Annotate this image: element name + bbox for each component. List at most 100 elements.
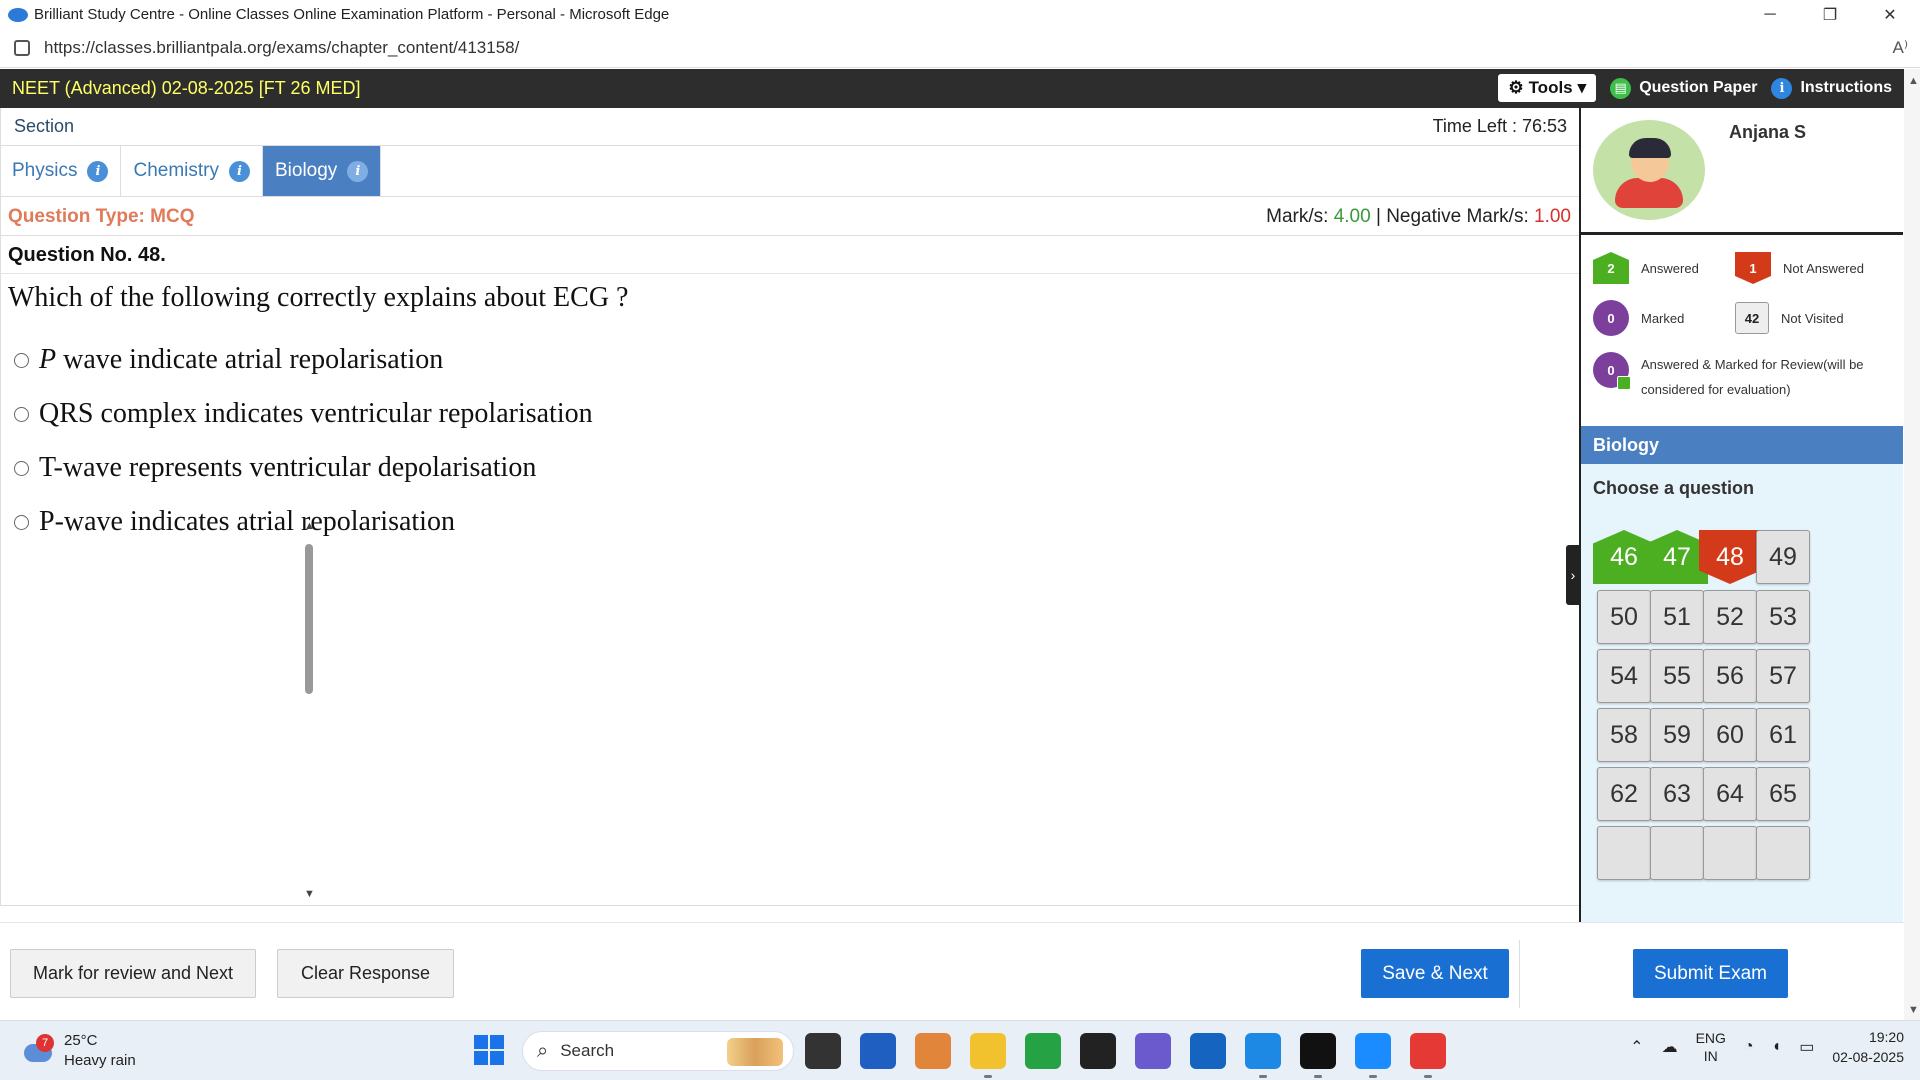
question-button-58[interactable]: 58 — [1597, 708, 1651, 762]
battery-icon[interactable]: ▭ — [1799, 1037, 1814, 1057]
save-next-button[interactable]: Save & Next — [1361, 949, 1509, 998]
window-controls: ─ ❐ ✕ — [1740, 0, 1920, 29]
url-text[interactable]: https://classes.brilliantpala.org/exams/… — [44, 38, 519, 58]
scroll-down-icon[interactable]: ▼ — [304, 888, 315, 900]
marks-label: Mark/s: — [1266, 205, 1329, 227]
option-3[interactable]: T-wave represents ventricular depolarisa… — [14, 452, 536, 484]
status-legend: 2 Answered 1 Not Answered 0 Marked 42 No… — [1581, 238, 1903, 426]
option-2[interactable]: QRS complex indicates ventricular repola… — [14, 398, 593, 430]
taskbar-search[interactable]: ⌕ Search — [522, 1031, 794, 1071]
edge-icon[interactable] — [1245, 1033, 1281, 1069]
option-4[interactable]: P-wave indicates atrial repolarisation — [14, 506, 455, 538]
maximize-button[interactable]: ❐ — [1800, 0, 1860, 29]
info-icon[interactable]: i — [87, 160, 109, 182]
question-button-53[interactable]: 53 — [1756, 590, 1810, 644]
tools-button[interactable]: ⚙ Tools ▾ — [1498, 74, 1597, 102]
scroll-thumb[interactable] — [305, 544, 313, 694]
radio-button[interactable] — [14, 352, 29, 368]
clock[interactable]: 19:20 02-08-2025 — [1832, 1027, 1904, 1067]
windows-logo-tile — [490, 1051, 504, 1065]
file-explorer-icon[interactable] — [970, 1033, 1006, 1069]
task-view-icon[interactable] — [805, 1033, 841, 1069]
legend-marked: 0 Marked — [1593, 300, 1684, 336]
dell-icon[interactable] — [1080, 1033, 1116, 1069]
question-button-54[interactable]: 54 — [1597, 649, 1651, 703]
volume-icon[interactable]: ◖ — [1772, 1038, 1782, 1056]
scroll-up-icon[interactable]: ▲ — [304, 520, 315, 532]
tab-physics[interactable]: Physics i — [0, 146, 122, 196]
info-icon[interactable]: i — [347, 160, 369, 182]
question-button-49[interactable]: 49 — [1756, 530, 1810, 584]
teams-icon[interactable] — [1135, 1033, 1171, 1069]
wifi-icon[interactable]: ◔ — [1744, 1038, 1754, 1056]
question-button-64[interactable]: 64 — [1703, 767, 1757, 821]
app-blue-icon[interactable] — [1355, 1033, 1391, 1069]
legend-label: Answered — [1641, 260, 1699, 276]
radio-button[interactable] — [14, 514, 29, 530]
info-icon[interactable]: i — [228, 160, 250, 182]
user-name: Anjana S — [1729, 122, 1807, 142]
webex-icon[interactable] — [1300, 1033, 1336, 1069]
lock-icon[interactable] — [14, 40, 30, 56]
read-aloud-icon[interactable]: A⁾ — [1892, 38, 1908, 58]
weather-widget[interactable]: 7 25°C Heavy rain — [22, 1031, 136, 1071]
chrome-icon[interactable] — [1410, 1033, 1446, 1069]
question-button-62[interactable]: 62 — [1597, 767, 1651, 821]
address-bar[interactable]: https://classes.brilliantpala.org/exams/… — [0, 29, 1920, 68]
clear-response-button[interactable]: Clear Response — [277, 949, 454, 998]
question-button-65[interactable]: 65 — [1756, 767, 1810, 821]
question-button-57[interactable]: 57 — [1756, 649, 1810, 703]
question-button-row5-col3[interactable] — [1756, 826, 1810, 880]
collapse-panel-button[interactable]: › — [1566, 545, 1580, 605]
whatsapp-icon[interactable] — [1025, 1033, 1061, 1069]
question-button-46[interactable]: 46 — [1593, 530, 1655, 584]
section-bar: Section Time Left : 76:53 — [0, 108, 1579, 146]
question-button-row5-col0[interactable] — [1597, 826, 1651, 880]
question-paper-button[interactable]: ▤ Question Paper — [1610, 77, 1757, 99]
instructions-button[interactable]: i Instructions — [1771, 77, 1892, 99]
language-indicator[interactable]: ENG IN — [1696, 1029, 1726, 1065]
question-button-63[interactable]: 63 — [1650, 767, 1704, 821]
question-button-48[interactable]: 48 — [1699, 530, 1761, 584]
mark-review-next-button[interactable]: Mark for review and Next — [10, 949, 256, 998]
radio-button[interactable] — [14, 406, 29, 422]
question-button-59[interactable]: 59 — [1650, 708, 1704, 762]
scroll-up-icon[interactable]: ▲ — [1908, 75, 1919, 87]
question-grid: 46 47 48 49 50 51 52 53 54 55 56 57 58 59 60 61 62 63 64 65 — [1593, 520, 1853, 905]
weather-icon: 7 — [22, 1034, 54, 1066]
submit-exam-button[interactable]: Submit Exam — [1633, 949, 1788, 998]
question-button-51[interactable]: 51 — [1650, 590, 1704, 644]
outlook-icon[interactable] — [1190, 1033, 1226, 1069]
option-1[interactable]: P wave indicate atrial repolarisation — [14, 344, 443, 376]
not-visited-badge: 42 — [1735, 302, 1769, 334]
page-scrollbar[interactable]: ▲ ▼ — [1904, 69, 1920, 1020]
question-button-row5-col2[interactable] — [1703, 826, 1757, 880]
windows-logo-tile — [490, 1035, 504, 1049]
question-button-52[interactable]: 52 — [1703, 590, 1757, 644]
close-button[interactable]: ✕ — [1860, 0, 1920, 29]
content-divider — [0, 905, 1579, 906]
marked-badge: 0 — [1593, 300, 1629, 336]
instructions-label: Instructions — [1800, 79, 1892, 96]
question-button-55[interactable]: 55 — [1650, 649, 1704, 703]
question-button-50[interactable]: 50 — [1597, 590, 1651, 644]
scroll-down-icon[interactable]: ▼ — [1908, 1004, 1919, 1016]
running-indicator — [1314, 1075, 1322, 1078]
question-button-47[interactable]: 47 — [1646, 530, 1708, 584]
question-button-61[interactable]: 61 — [1756, 708, 1810, 762]
onedrive-icon[interactable]: ☁ — [1662, 1037, 1678, 1057]
palette-scrollbar[interactable]: ▲ ▼ — [302, 520, 316, 900]
tab-chemistry[interactable]: Chemistry i — [121, 146, 263, 196]
copilot-icon[interactable] — [915, 1033, 951, 1069]
minimize-button[interactable]: ─ — [1740, 0, 1800, 29]
start-button[interactable] — [474, 1035, 504, 1065]
caret-down-icon: ▾ — [1577, 78, 1587, 97]
show-hidden-icons-chevron[interactable]: ⌃ — [1630, 1037, 1643, 1057]
radio-button[interactable] — [14, 460, 29, 476]
microsoft-store-icon[interactable] — [860, 1033, 896, 1069]
question-button-row5-col1[interactable] — [1650, 826, 1704, 880]
question-button-60[interactable]: 60 — [1703, 708, 1757, 762]
weather-desc: Heavy rain — [64, 1052, 136, 1069]
tab-biology[interactable]: Biology i — [262, 146, 382, 196]
question-button-56[interactable]: 56 — [1703, 649, 1757, 703]
